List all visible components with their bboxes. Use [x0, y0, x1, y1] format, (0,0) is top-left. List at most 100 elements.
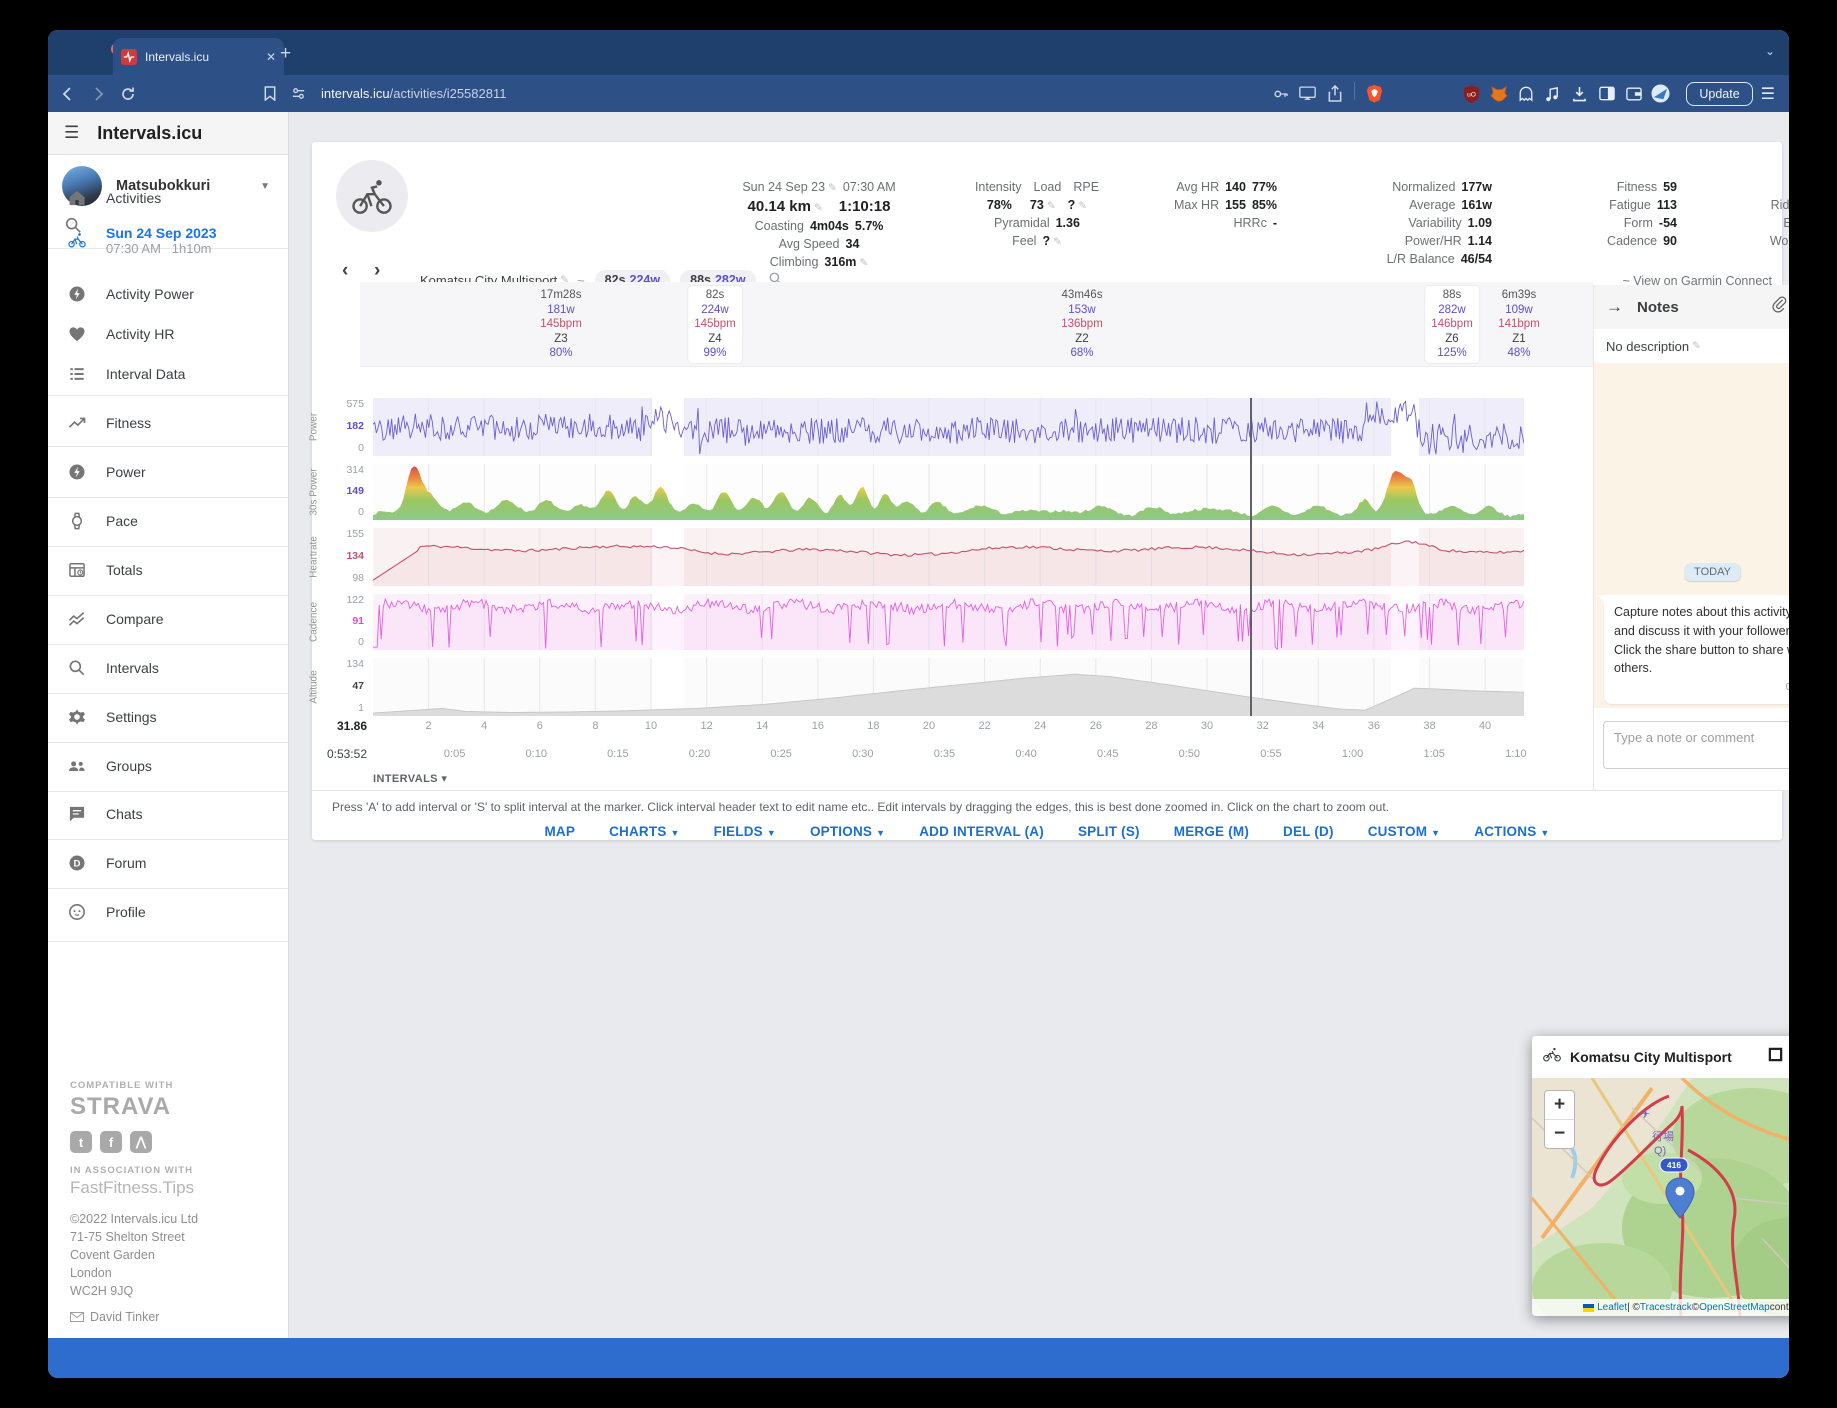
- facebook-icon[interactable]: f: [100, 1131, 122, 1153]
- zoom-in-button[interactable]: +: [1545, 1091, 1574, 1120]
- music-extension-icon[interactable]: [1543, 84, 1562, 103]
- leaflet-link[interactable]: Leaflet: [1597, 1302, 1627, 1313]
- sidebar-item-intervals[interactable]: Intervals: [48, 654, 288, 682]
- chart-strip-altitude[interactable]: [373, 658, 1524, 716]
- tracestrack-link[interactable]: Tracestrack: [1640, 1302, 1692, 1313]
- fox-extension-icon[interactable]: [1489, 84, 1508, 103]
- profile-avatar-icon[interactable]: [1651, 84, 1670, 103]
- sidebar-item-activity-power[interactable]: Activity Power: [48, 280, 288, 308]
- ghost-extension-icon[interactable]: [1516, 84, 1535, 103]
- map-canvas[interactable]: 行場 Q) ✈ 416 + − Leaflet | © Tracestrack …: [1532, 1078, 1789, 1316]
- back-button[interactable]: [60, 86, 76, 102]
- interval-stat: Z2: [1075, 332, 1089, 345]
- forward-button[interactable]: [90, 86, 106, 102]
- new-tab-button[interactable]: +: [280, 44, 291, 63]
- interval-stat: 82s: [705, 289, 725, 301]
- add-interval-a--button[interactable]: ADD INTERVAL (A): [919, 824, 1044, 839]
- svg-text:✈: ✈: [1640, 1107, 1650, 1121]
- sidebar-item-pace[interactable]: Pace: [48, 507, 288, 535]
- chart-strip-power[interactable]: [373, 398, 1524, 456]
- interval-header[interactable]: 6m39s 109w 141bpm Z1 48%: [1492, 286, 1546, 363]
- sidebar-item-activity-hr[interactable]: Activity HR: [48, 320, 288, 348]
- sidebar-item-forum[interactable]: D Forum: [48, 849, 288, 877]
- actions-button[interactable]: ACTIONS ▼: [1474, 824, 1549, 839]
- sidebar-item-profile[interactable]: Profile: [48, 898, 288, 926]
- sidebar-item-compare[interactable]: Compare: [48, 605, 288, 633]
- prev-activity-button[interactable]: ‹: [342, 260, 348, 282]
- site-settings-icon[interactable]: [291, 86, 306, 101]
- osm-link[interactable]: OpenStreetMap: [1699, 1302, 1770, 1313]
- share-up-icon[interactable]: [1325, 84, 1344, 103]
- download-extension-icon[interactable]: [1570, 84, 1589, 103]
- interval-stat: Z4: [708, 332, 722, 345]
- sidebar-item-sun-24-sep-2023[interactable]: Sun 24 Sep 2023 07:30 AM 1h10m: [48, 216, 288, 264]
- chart-strip-heartrate[interactable]: [373, 528, 1524, 586]
- sidebar-item-groups[interactable]: Groups: [48, 752, 288, 780]
- chart-strip-cadence[interactable]: [373, 594, 1524, 650]
- custom-button[interactable]: CUSTOM ▼: [1368, 824, 1441, 839]
- message-text: Capture notes about this activity and di…: [1614, 605, 1789, 676]
- sidebar-item-fitness[interactable]: Fitness: [48, 409, 288, 437]
- edit-icon[interactable]: ✎: [859, 257, 868, 269]
- key-icon[interactable]: [1271, 84, 1290, 103]
- map-button[interactable]: MAP: [544, 824, 575, 839]
- bookmark-icon[interactable]: [263, 86, 277, 101]
- split-s--button[interactable]: SPLIT (S): [1078, 824, 1140, 839]
- attachment-paperclip-icon[interactable]: [1772, 296, 1787, 318]
- url-bar[interactable]: intervals.icu/activities/i25582811: [321, 86, 506, 101]
- sidebar-item-activities[interactable]: Activities: [48, 184, 288, 212]
- edit-icon[interactable]: ✎: [814, 202, 823, 214]
- edit-icon[interactable]: ✎: [1053, 236, 1062, 248]
- axis-tick: 122: [346, 594, 364, 606]
- strip-gutter: 30s Power 314 149 0: [300, 464, 370, 520]
- update-button[interactable]: Update: [1686, 81, 1753, 106]
- edit-icon[interactable]: ✎: [828, 182, 837, 194]
- intervals-dropdown[interactable]: INTERVALS ▾: [373, 772, 447, 785]
- twitter-icon[interactable]: t: [70, 1131, 92, 1153]
- chart-strip-30s-power[interactable]: [373, 464, 1524, 520]
- maximize-icon[interactable]: [1768, 1047, 1783, 1067]
- hamburger-menu-icon[interactable]: ☰: [64, 123, 79, 143]
- bolt-circle-icon: [67, 462, 87, 482]
- note-comment-input[interactable]: [1603, 721, 1789, 769]
- strava-icon[interactable]: ⋀: [130, 1131, 152, 1153]
- interval-stat: 17m28s: [540, 289, 582, 301]
- interval-header[interactable]: 43m46s 153w 136bpm Z2 68%: [1055, 286, 1109, 363]
- sidebar-item-power[interactable]: Power: [48, 458, 288, 486]
- interval-header[interactable]: 17m28s 181w 145bpm Z3 80%: [534, 286, 588, 363]
- interval-header[interactable]: 82s 224w 145bpm Z4 99%: [688, 286, 742, 363]
- fastfitness-link[interactable]: FastFitness.Tips: [70, 1178, 270, 1198]
- next-activity-button[interactable]: ›: [374, 260, 380, 282]
- divider: [48, 395, 288, 396]
- wallet-extension-icon[interactable]: [1624, 84, 1643, 103]
- merge-m--button[interactable]: MERGE (M): [1174, 824, 1249, 839]
- interval-header[interactable]: 88s 282w 146bpm Z6 125%: [1425, 286, 1479, 363]
- zoom-out-button[interactable]: −: [1545, 1120, 1574, 1148]
- brave-shield-icon[interactable]: [1365, 84, 1384, 103]
- map-header[interactable]: Komatsu City Multisport ✕: [1532, 1036, 1789, 1078]
- interval-stat: 153w: [1068, 303, 1096, 316]
- tab-search-caret-icon[interactable]: ⌄: [1765, 44, 1775, 58]
- interval-header-band[interactable]: 17m28s 181w 145bpm Z3 80% 82s 224w 145bpm Z4 99% 4…: [360, 282, 1593, 367]
- ublock-shield-extension-icon[interactable]: uO: [1462, 84, 1481, 103]
- charts-button[interactable]: CHARTS ▼: [609, 824, 680, 839]
- reload-button[interactable]: [120, 86, 136, 102]
- sidebar-item-totals[interactable]: Totals: [48, 556, 288, 584]
- sidebar-item-chats[interactable]: Chats: [48, 800, 288, 828]
- panel-extension-icon[interactable]: [1597, 84, 1616, 103]
- collapse-arrow-icon[interactable]: →: [1606, 297, 1623, 317]
- sidebar-item-settings[interactable]: Settings: [48, 703, 288, 731]
- strip-axis-label: Cadence: [308, 601, 320, 643]
- contact-link[interactable]: David Tinker: [70, 1310, 270, 1324]
- browser-menu-icon[interactable]: ☰: [1761, 84, 1775, 104]
- sidebar-item-interval-data[interactable]: Interval Data: [48, 360, 288, 388]
- del-d--button[interactable]: DEL (D): [1283, 824, 1334, 839]
- bottom-blue-bar: [48, 1338, 1789, 1378]
- fields-button[interactable]: FIELDS ▼: [714, 824, 776, 839]
- cast-icon[interactable]: [1298, 84, 1317, 103]
- options-button[interactable]: OPTIONS ▼: [810, 824, 885, 839]
- tab-close-icon[interactable]: ✕: [266, 50, 276, 64]
- browser-tab[interactable]: Intervals.icu ✕: [113, 38, 284, 75]
- sidebar-item-label: Profile: [106, 904, 146, 920]
- description-row[interactable]: No description ✎: [1594, 329, 1789, 364]
